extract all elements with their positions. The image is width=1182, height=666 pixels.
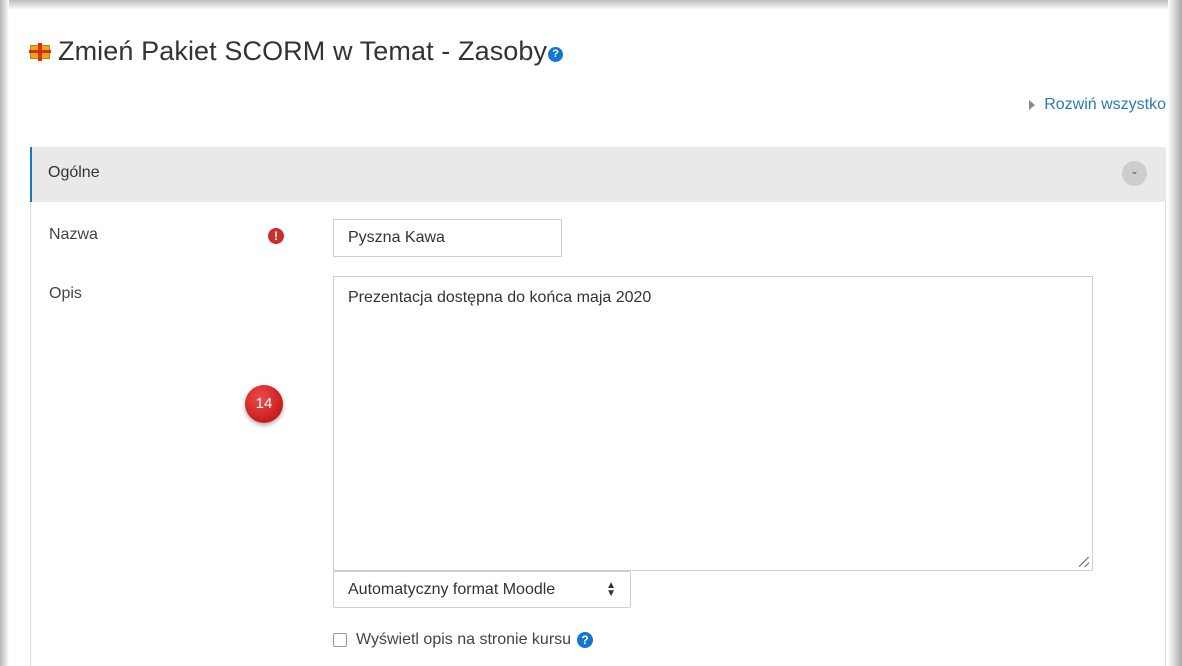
page-header: Zmień Pakiet SCORM w Temat - Zasoby ? [29,30,564,72]
page-title: Zmień Pakiet SCORM w Temat - Zasoby [58,35,548,66]
window-shadow-top [0,0,1182,10]
description-label: Opis [49,285,82,302]
description-text: Prezentacja dostępna do końca maja 2020 [348,289,652,306]
callout-number-badge: 14 [245,385,283,423]
section-general-header[interactable]: Ogólne - [30,147,1166,202]
show-description-checkbox[interactable] [333,633,347,647]
window-shadow-left [0,0,9,666]
expand-all-label[interactable]: Rozwiń wszystko [1044,96,1166,114]
name-label: Nazwa [49,226,98,243]
question-circle-icon[interactable]: ? [548,46,564,62]
show-description-label[interactable]: Wyświetl opis na stronie kursu [356,631,571,649]
package-icon [29,43,51,61]
format-select-value: Automatyczny format Moodle [348,581,556,598]
expand-all-link[interactable]: Rozwiń wszystko [1029,96,1166,114]
question-circle-icon[interactable]: ? [577,632,594,648]
collapse-section-button[interactable]: - [1122,161,1147,186]
show-description-row: Wyświetl opis na stronie kursu ? [333,631,594,649]
caret-right-icon [1029,100,1036,110]
required-icon: ! [268,228,284,244]
section-title[interactable]: Ogólne [48,164,100,182]
name-input[interactable]: Pyszna Kawa [333,219,562,257]
format-select[interactable]: Automatyczny format Moodle ▲ ▼ [333,571,631,608]
window-shadow-right [1168,0,1182,666]
description-textarea[interactable]: Prezentacja dostępna do końca maja 2020 [333,276,1093,571]
resize-handle-icon[interactable] [1079,557,1089,567]
select-arrows-icon: ▲ ▼ [606,580,616,599]
